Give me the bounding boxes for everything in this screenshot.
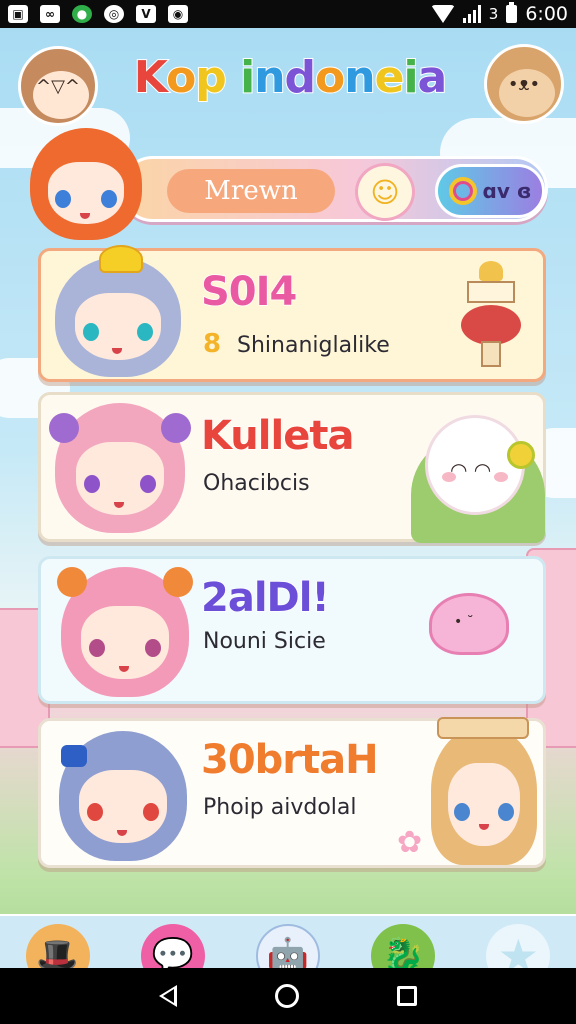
character-avatar bbox=[55, 245, 181, 377]
back-icon[interactable] bbox=[159, 985, 177, 1007]
bottom-nav: 🎩 💬 🤖 🐉 ★ bbox=[0, 914, 576, 968]
chat-icon: ∞ bbox=[40, 5, 60, 23]
hair-bun bbox=[161, 413, 191, 443]
menu-button[interactable]: Mrewn bbox=[167, 169, 335, 213]
notification-icons: ▣ ∞ ● ◎ V ◉ bbox=[8, 5, 188, 23]
camera-icon: ◉ bbox=[168, 5, 188, 23]
ring-icon bbox=[448, 177, 477, 205]
hair-bun bbox=[49, 413, 79, 443]
cat-face-icon[interactable]: ☺ bbox=[355, 163, 415, 221]
clock: 6:00 bbox=[525, 3, 568, 25]
wifi-icon bbox=[430, 5, 455, 23]
hero-character-avatar bbox=[30, 128, 142, 240]
vpn-icon: V bbox=[136, 5, 156, 23]
app-title: Kop indoneia bbox=[133, 51, 449, 104]
system-nav-bar bbox=[0, 968, 576, 1024]
hair-bow-icon bbox=[61, 745, 87, 767]
flower-icon bbox=[507, 441, 535, 469]
card-title: Kulleta bbox=[200, 412, 355, 460]
pink-fish-icon: • ˘ bbox=[429, 593, 509, 655]
card-title: 30brtaH bbox=[200, 736, 379, 784]
pill-label: ɑv ɞ bbox=[482, 179, 532, 203]
recent-apps-icon[interactable] bbox=[397, 986, 417, 1006]
robot-mascot-icon[interactable]: 🤖 bbox=[255, 924, 320, 968]
app-icon: ◎ bbox=[104, 5, 124, 23]
card-title: S0I4 bbox=[200, 268, 298, 316]
list-item[interactable]: 2alDl! Nouni Sicie • ˘ bbox=[38, 556, 546, 704]
home-icon[interactable] bbox=[275, 984, 299, 1008]
character-avatar bbox=[57, 567, 193, 697]
sim-label: 3 bbox=[488, 5, 499, 23]
list-item[interactable]: Kulleta Ohacibcis ◠ ◠ bbox=[38, 392, 546, 543]
card-number: 8 bbox=[203, 329, 222, 359]
character-avatar bbox=[49, 403, 191, 533]
maid-character-avatar bbox=[431, 717, 537, 865]
sakura-icon: ✿ bbox=[397, 825, 423, 860]
card-title: 2alDl! bbox=[200, 574, 330, 622]
menu-bar: Mrewn ☺ ɑv ɞ bbox=[120, 156, 548, 222]
bear-mascot-icon: •ᴥ• bbox=[484, 44, 564, 124]
maid-cap bbox=[437, 717, 529, 739]
white-cat-icon: ◠ ◠ bbox=[425, 415, 525, 515]
card-subtitle: Phoip aivdolal bbox=[203, 795, 357, 820]
status-bar: ▣ ∞ ● ◎ V ◉ 3 6:00 bbox=[0, 0, 576, 28]
card-subtitle: Ohacibcis bbox=[203, 471, 310, 496]
left-mascot-icon: ^▽^ bbox=[18, 46, 98, 126]
hat-mascot-icon[interactable]: 🎩 bbox=[25, 924, 90, 968]
card-subtitle: Nouni Sicie bbox=[203, 629, 326, 654]
battery-icon bbox=[506, 2, 518, 23]
character-avatar bbox=[59, 731, 187, 861]
app-screen: ^▽^ •ᴥ• Kop indoneia Mrewn ☺ ɑv ɞ S0I4 8… bbox=[0, 28, 576, 968]
system-icons: 3 6:00 bbox=[430, 2, 568, 25]
list-item[interactable]: S0I4 8 Shinaniglalike bbox=[38, 245, 546, 382]
list-item[interactable]: 30brtaH Phoip aivdolal ✿ bbox=[38, 717, 546, 868]
crown-icon bbox=[99, 245, 143, 273]
profile-pill-button[interactable]: ɑv ɞ bbox=[435, 164, 545, 218]
lantern-icon bbox=[461, 261, 521, 371]
gallery-icon: ▣ bbox=[8, 5, 28, 23]
spotify-icon: ● bbox=[72, 5, 92, 23]
signal-icon bbox=[462, 5, 481, 23]
card-subtitle: Shinaniglalike bbox=[237, 333, 390, 358]
green-dragon-icon[interactable]: 🐉 bbox=[371, 924, 436, 968]
star-icon[interactable]: ★ bbox=[486, 924, 551, 968]
pink-chat-icon[interactable]: 💬 bbox=[140, 924, 205, 968]
hair-bun bbox=[57, 567, 87, 597]
hair-bun bbox=[163, 567, 193, 597]
